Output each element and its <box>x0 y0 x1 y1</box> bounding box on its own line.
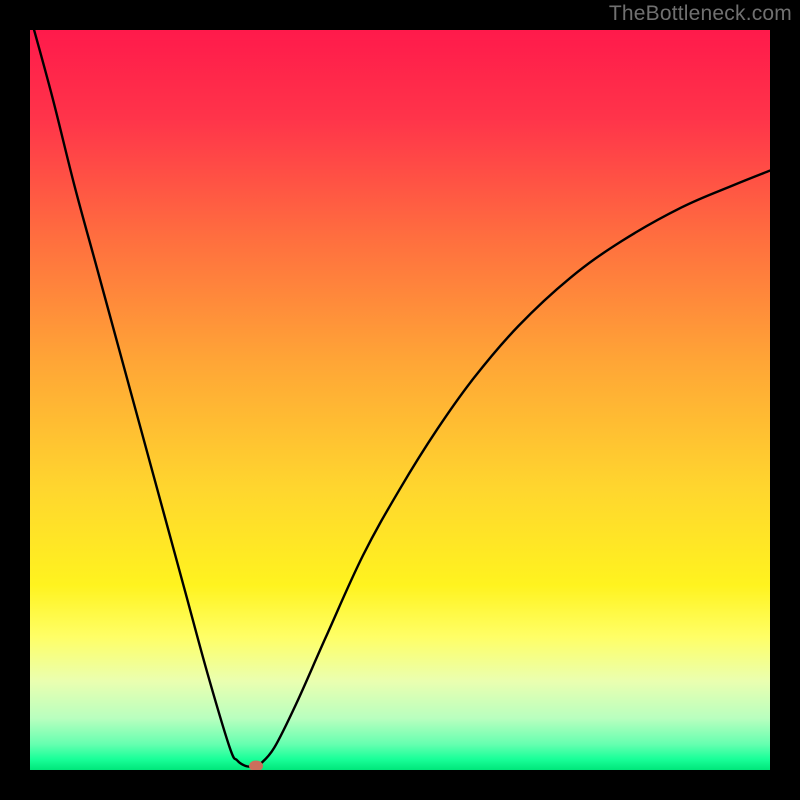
watermark-text: TheBottleneck.com <box>609 2 792 26</box>
chart-stage: TheBottleneck.com <box>0 0 800 800</box>
bottleneck-curve <box>30 30 770 770</box>
minimum-marker-dot <box>249 761 263 770</box>
plot-area <box>30 30 770 770</box>
